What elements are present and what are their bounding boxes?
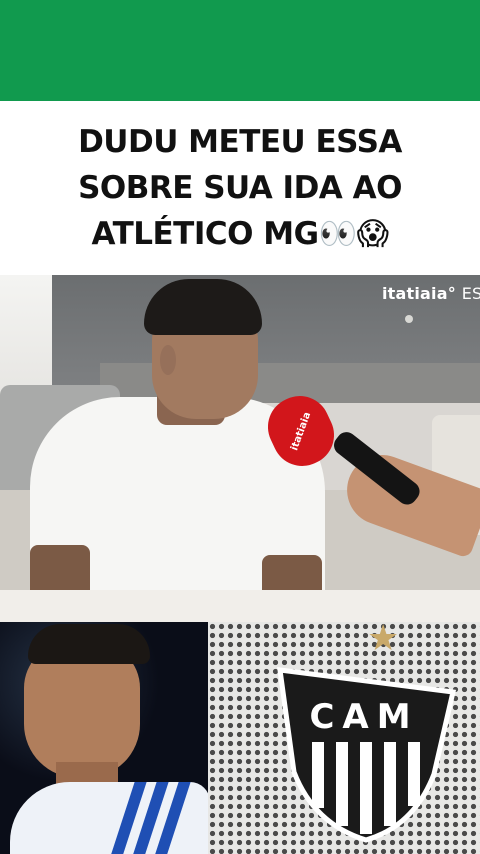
crest-stripe [312,742,324,808]
headline-line-2: SOBRE SUA IDA AO [78,170,402,206]
headline: DUDU METEU ESSA SOBRE SUA IDA AO ATLÉTIC… [38,119,442,257]
atletico-crest-photo: ★ CAM [208,622,480,854]
player-hair [144,279,262,335]
mic-brand-label: itatiaia [288,410,314,452]
atletico-crest-icon: CAM [277,667,457,843]
player-photo [0,622,208,854]
interview-video[interactable]: itatiaia itatiaia° ESI [0,275,480,622]
itatiaia-watermark: itatiaia° ESI [382,284,480,303]
crest-stripe [360,742,372,834]
crest-stripe [408,742,420,806]
top-green-bar [0,0,480,101]
player-photo-jersey [10,782,208,854]
headline-area: DUDU METEU ESSA SOBRE SUA IDA AO ATLÉTIC… [0,101,480,275]
crest-stripe [384,742,396,826]
crest-letters: CAM [309,697,418,737]
watermark-brand: itatiaia [382,284,448,303]
player-ear [160,345,176,375]
table-edge [0,590,480,622]
background-light [405,315,413,323]
watermark-suffix: ESI [461,284,480,303]
player-photo-hair [28,624,150,664]
headline-line-3: ATLÉTICO MG👀😱 [91,216,389,252]
crest-stripe [336,742,348,826]
headline-line-1: DUDU METEU ESSA [78,124,402,160]
star-icon: ★ [367,622,400,658]
